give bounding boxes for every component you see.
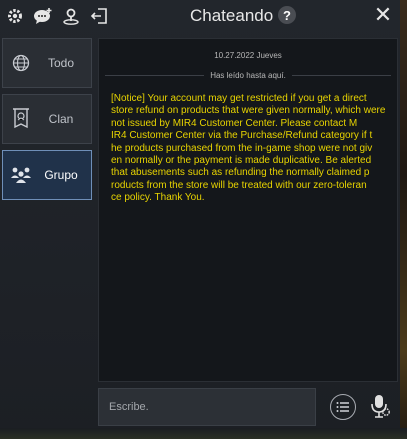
sidebar-item-label: Clan <box>48 112 74 126</box>
group-icon <box>3 165 39 185</box>
chat-log[interactable]: 10.27.2022 Jueves Has leído hasta aquí. … <box>98 38 398 382</box>
list-menu-button[interactable] <box>330 394 356 420</box>
page-title: Chateando <box>190 6 274 25</box>
gear-icon[interactable] <box>2 3 28 29</box>
read-marker-text: Has leído hasta aquí. <box>210 70 286 80</box>
game-background-edge <box>400 0 407 439</box>
close-button[interactable]: ✕ <box>372 4 394 26</box>
divider <box>291 74 392 76</box>
channel-sidebar: Todo Clan Grupo <box>2 38 92 206</box>
clan-banner-icon <box>3 107 39 131</box>
sidebar-item-label: Grupo <box>44 168 78 182</box>
chat-input[interactable] <box>99 389 315 425</box>
exit-icon[interactable] <box>86 3 112 29</box>
game-background-strip <box>0 428 407 439</box>
voice-settings-button[interactable] <box>368 392 392 420</box>
divider <box>105 74 205 76</box>
chat-date: 10.27.2022 Jueves <box>214 51 282 60</box>
sidebar-item-todo[interactable]: Todo <box>2 38 92 88</box>
sidebar-item-clan[interactable]: Clan <box>2 94 92 144</box>
microphone-icon <box>371 395 390 418</box>
notice-message: [Notice] Your account may get restricted… <box>111 93 386 204</box>
chat-window: Chateando ? ✕ Todo Clan Grupo 10.27.2022… <box>0 0 400 439</box>
chat-add-icon[interactable] <box>30 3 56 29</box>
sidebar-item-label: Todo <box>47 56 75 70</box>
help-button[interactable]: ? <box>278 6 296 24</box>
location-pin-icon[interactable] <box>58 3 84 29</box>
chat-input-box <box>98 388 316 426</box>
globe-icon <box>3 53 39 73</box>
sidebar-item-grupo[interactable]: Grupo <box>2 150 92 200</box>
read-marker: Has leído hasta aquí. <box>105 69 392 81</box>
list-icon <box>336 402 349 412</box>
